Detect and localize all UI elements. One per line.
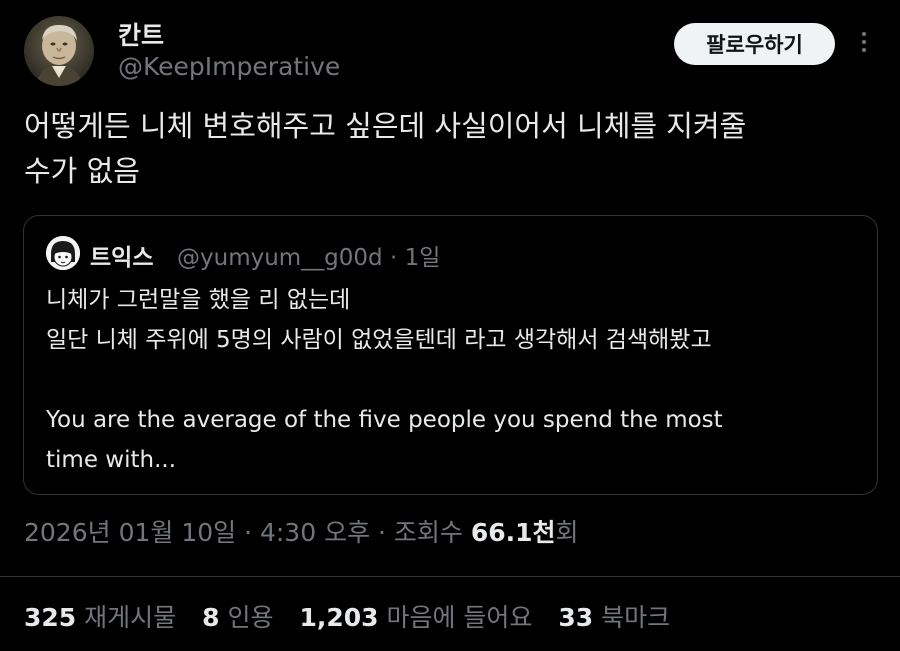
quote-text: 니체가 그런말을 했을 리 없는데 일단 니체 주위에 5명의 사람이 없었을텐… [46,287,723,473]
bookmarks-count: 33 [558,603,594,632]
bookmarks-stat[interactable]: 33 북마크 [558,603,670,632]
follow-button[interactable]: 팔로우하기 [674,23,835,65]
likes-count: 1,203 [299,603,379,632]
more-vertical-icon[interactable] [852,28,876,60]
likes-label: 마음에 들어요 [386,603,533,632]
reposts-count: 325 [24,603,77,632]
likes-stat[interactable]: 1,203 마음에 들어요 [299,603,532,632]
reposts-label: 재게시물 [84,603,177,632]
view-count: 66.1천 [470,518,556,547]
quote-author-name[interactable]: 트익스 [90,238,153,272]
quote-author-avatar[interactable] [46,236,80,270]
tweet-text: 어떻게든 니체 변호해주고 싶은데 사실이어서 니체를 지켜줄 수가 없음 [24,109,747,188]
divider [0,576,900,577]
bookmarks-label: 북마크 [601,603,671,632]
quotes-label: 인용 [227,603,274,632]
timestamp[interactable]: 2026년 01월 10일 · 4:30 오후 · 조회수 [24,518,471,547]
quote-author-handle[interactable]: @yumyum__g00d · 1일 [177,238,440,272]
tweet-meta: 2026년 01월 10일 · 4:30 오후 · 조회수 66.1천회 [24,513,579,549]
engagement-stats: 325 재게시물 8 인용 1,203 마음에 들어요 33 북마크 [24,598,688,634]
quotes-count: 8 [202,603,220,632]
quoted-tweet[interactable]: 트익스 @yumyum__g00d · 1일 니체가 그런말을 했을 리 없는데… [23,215,878,495]
author-handle[interactable]: @KeepImperative [118,52,340,81]
author-name[interactable]: 칸트 [118,16,164,52]
view-count-suffix: 회 [555,518,579,547]
quotes-stat[interactable]: 8 인용 [202,603,273,632]
author-avatar[interactable] [24,16,94,86]
reposts-stat[interactable]: 325 재게시물 [24,603,176,632]
